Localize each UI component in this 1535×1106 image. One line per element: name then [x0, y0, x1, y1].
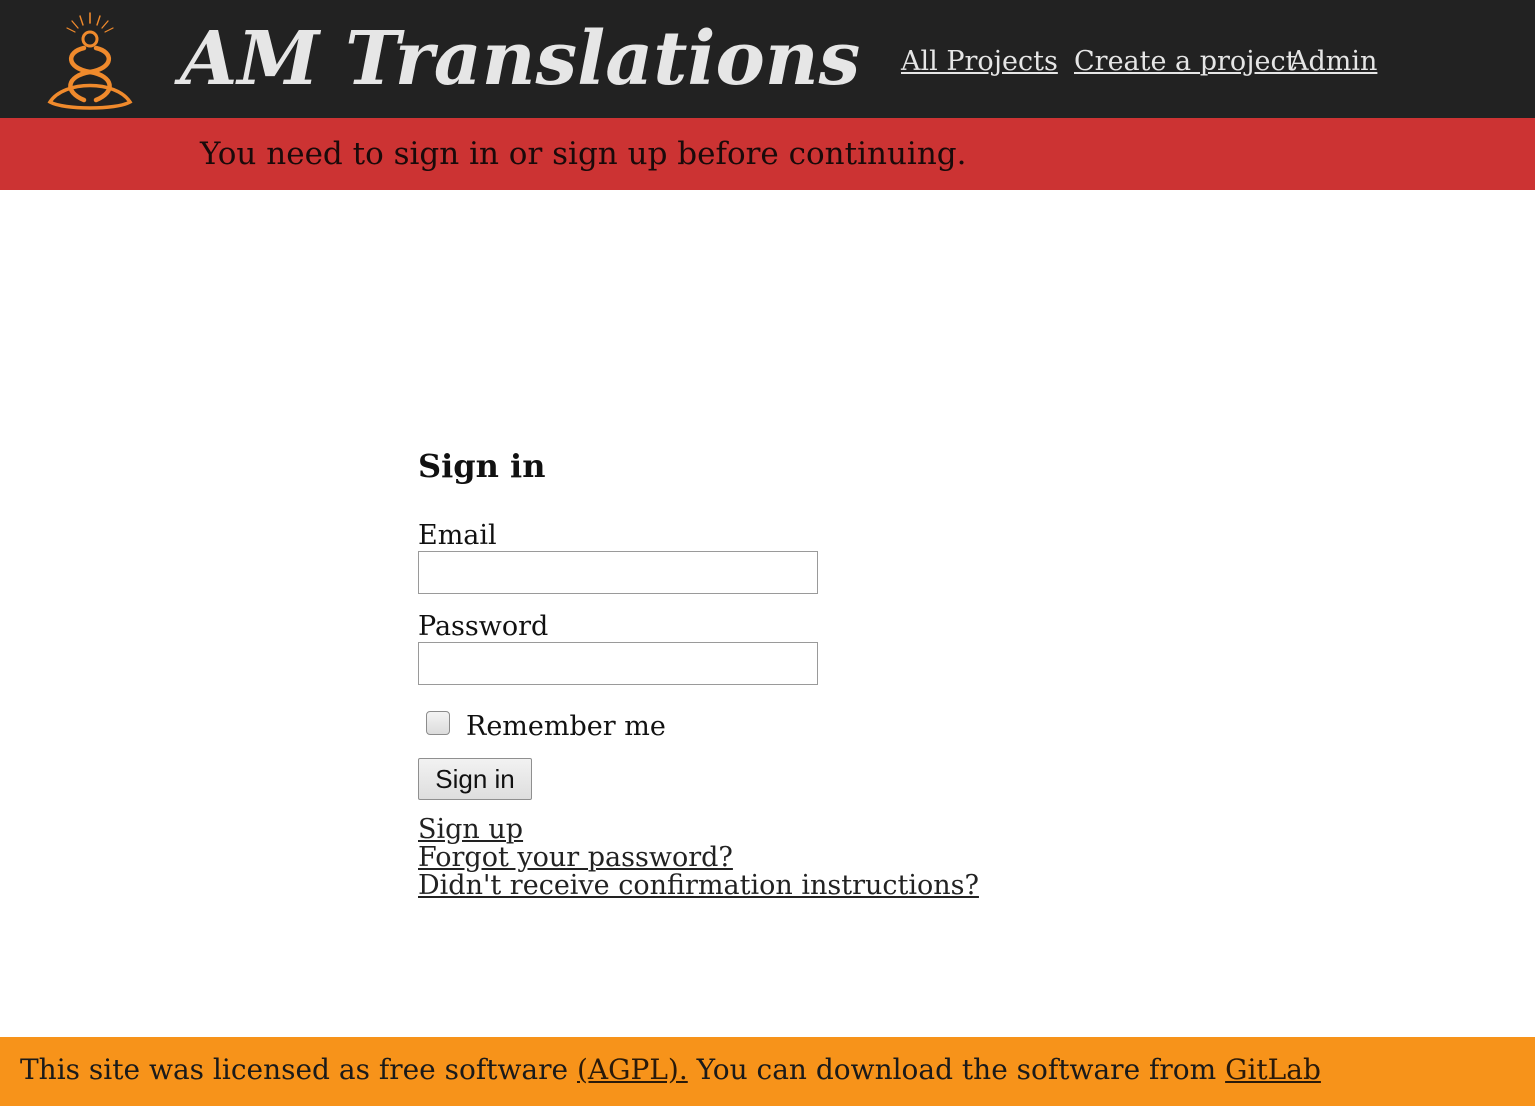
forgot-password-link[interactable]: Forgot your password? [418, 844, 979, 872]
site-footer: This site was licensed as free software … [0, 1037, 1535, 1106]
site-title[interactable]: AM Translations [180, 14, 860, 104]
agpl-license-link[interactable]: (AGPL). [577, 1053, 688, 1086]
remember-me-label[interactable]: Remember me [466, 710, 666, 744]
site-header: AM Translations All Projects Create a pr… [0, 0, 1535, 118]
signin-button[interactable]: Sign in [418, 758, 532, 800]
password-field[interactable] [418, 642, 818, 685]
email-field[interactable] [418, 551, 818, 594]
confirmation-instructions-link[interactable]: Didn't receive confirmation instructions… [418, 872, 979, 900]
footer-text-download: You can download the software from [687, 1053, 1226, 1086]
remember-me-checkbox[interactable] [426, 711, 450, 735]
footer-text: This site was licensed as free software … [20, 1051, 1321, 1089]
nav-all-projects-link[interactable]: All Projects [901, 44, 1058, 80]
signin-links: Sign up Forgot your password? Didn't rec… [418, 816, 979, 900]
password-label: Password [418, 611, 549, 642]
alert-banner: You need to sign in or sign up before co… [0, 118, 1535, 190]
footer-text-license: This site was licensed as free software [20, 1053, 577, 1086]
email-label: Email [418, 520, 497, 551]
nav-admin-link[interactable]: Admin [1289, 44, 1377, 80]
alert-message: You need to sign in or sign up before co… [200, 136, 967, 172]
nav-create-project-link[interactable]: Create a project [1074, 44, 1297, 80]
gitlab-link[interactable]: GitLab [1225, 1053, 1321, 1086]
meditating-figure-logo-icon[interactable] [44, 10, 136, 110]
signin-heading: Sign in [418, 447, 546, 485]
sign-up-link[interactable]: Sign up [418, 816, 979, 844]
